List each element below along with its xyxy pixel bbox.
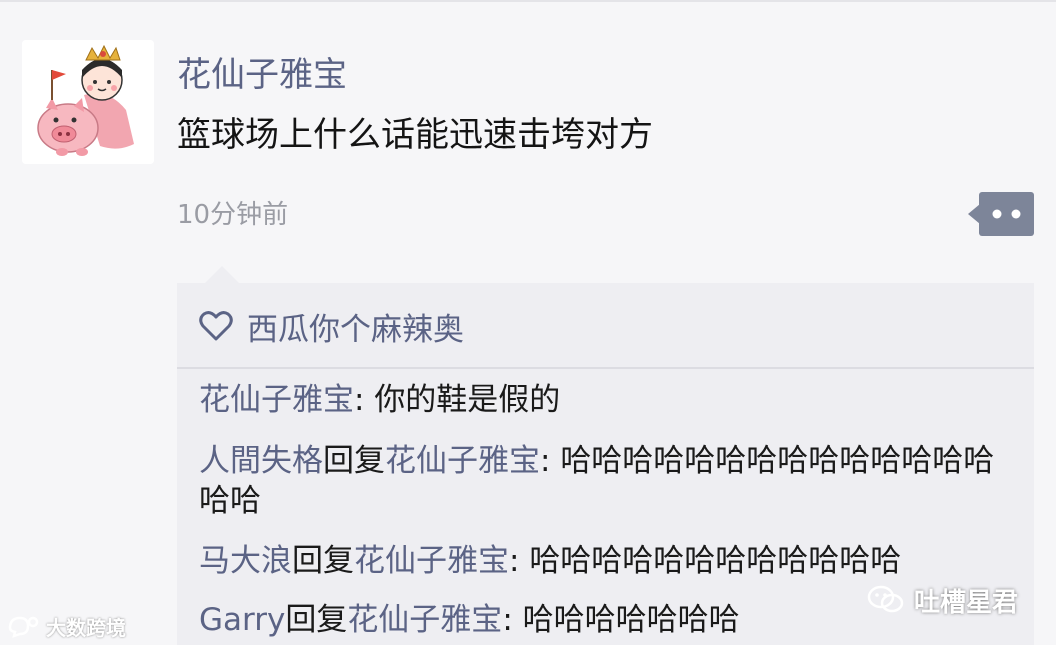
comment-reply-to[interactable]: 花仙子雅宝	[347, 602, 502, 638]
comment-author[interactable]: Garry	[199, 602, 285, 638]
comment-text: 哈哈哈哈哈哈哈哈哈哈哈哈	[529, 543, 902, 579]
top-divider	[0, 0, 1056, 2]
comment-item[interactable]: 人間失格回复花仙子雅宝: 哈哈哈哈哈哈哈哈哈哈哈哈哈哈哈哈	[199, 441, 1019, 521]
comment-separator: :	[509, 543, 530, 579]
likes-divider	[177, 367, 1034, 369]
avatar-image	[22, 40, 154, 164]
heart-icon[interactable]	[199, 309, 233, 343]
watermark-logo-icon	[8, 616, 39, 638]
comment-separator: :	[540, 443, 561, 479]
comment-item[interactable]: 马大浪回复花仙子雅宝: 哈哈哈哈哈哈哈哈哈哈哈哈	[199, 541, 1019, 581]
more-dots-icon	[968, 192, 1034, 236]
comment-separator: :	[502, 602, 523, 638]
comment-reply-word: 回复	[323, 443, 385, 479]
post-author[interactable]: 花仙子雅宝	[177, 47, 347, 96]
comment-text: 哈哈哈哈哈哈哈	[522, 602, 740, 638]
comment-reply-word: 回复	[292, 543, 354, 579]
comment-author[interactable]: 花仙子雅宝	[199, 382, 354, 418]
watermark-right-text: 吐槽星君	[914, 587, 1019, 618]
wechat-icon	[867, 585, 904, 613]
comment-reply-to[interactable]: 花仙子雅宝	[354, 543, 509, 579]
comment-item[interactable]: 花仙子雅宝: 你的鞋是假的	[199, 380, 1019, 420]
likes-names[interactable]: 西瓜你个麻辣奥	[247, 304, 464, 349]
comment-reply-to[interactable]: 花仙子雅宝	[385, 443, 540, 479]
avatar[interactable]	[22, 40, 154, 164]
comment-author[interactable]: 人間失格	[199, 443, 323, 479]
more-options-button[interactable]	[966, 190, 1036, 238]
post-timestamp: 10分钟前	[177, 200, 289, 230]
likes-row: 西瓜你个麻辣奥	[199, 303, 464, 349]
comment-text: 你的鞋是假的	[374, 382, 561, 418]
comment-separator: :	[354, 382, 375, 418]
comment-box-arrow	[205, 266, 239, 283]
comment-reply-word: 回复	[285, 602, 348, 638]
watermark-left: 大数跨境	[6, 610, 126, 642]
post-text: 篮球场上什么话能迅速击垮对方	[177, 115, 653, 155]
watermark-right: 吐槽星君	[866, 580, 1018, 620]
comment-author[interactable]: 马大浪	[199, 543, 292, 579]
watermark-left-text: 大数跨境	[46, 615, 126, 640]
